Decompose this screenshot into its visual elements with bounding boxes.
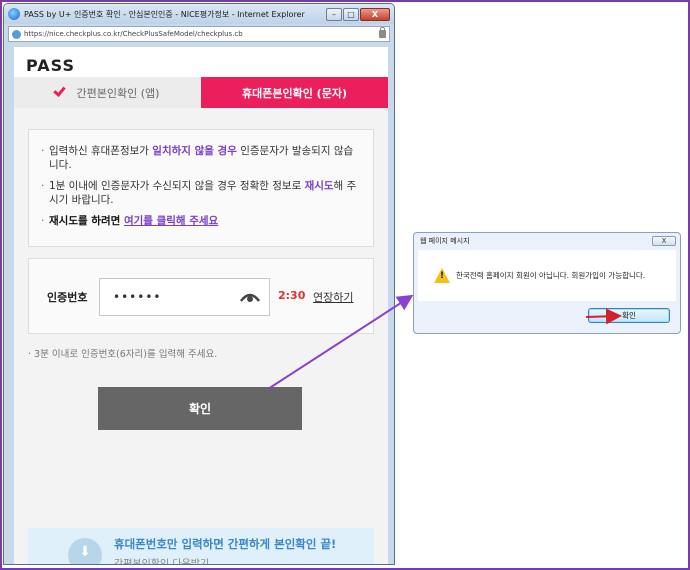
promo-banner[interactable]: 휴대폰번호만 입력하면 간편하게 본인확인 끝! 간편본인확인 다운받기 (28, 528, 374, 565)
pass-header: PASS (14, 47, 388, 77)
notice-highlight: 재시도 (304, 180, 334, 192)
countdown-timer: 2:30 (278, 289, 306, 302)
help-text: · 3분 이내로 인증번호(6자리)를 입력해 주세요. (28, 346, 217, 360)
eye-icon[interactable] (240, 291, 260, 303)
notice-text: 입력하신 휴대폰정보가 (49, 145, 153, 157)
notice-text: 재시도를 하려면 (49, 215, 124, 227)
tab-sms-label: 휴대폰본인확인 (문자) (242, 86, 347, 100)
notice-item: 1분 이내에 인증문자가 수신되지 않을 경우 정확한 정보로 재시도해 주시기… (41, 179, 361, 207)
tab-app-auth[interactable]: 간편본인확인 (앱) (14, 77, 201, 108)
dialog-ok-button[interactable]: 확인 (588, 308, 670, 323)
tab-sms-auth[interactable]: 휴대폰본인확인 (문자) (201, 77, 388, 108)
ie-logo-icon (8, 8, 20, 20)
notice-text: 1분 이내에 인증문자가 수신되지 않을 경우 정확한 정보로 (49, 180, 305, 192)
browser-window: PASS by U+ 인증번호 확인 - 안심본인인증 - NICE평가정보 -… (3, 3, 395, 565)
code-label: 인증번호 (47, 291, 88, 304)
confirm-button[interactable]: 확인 (98, 387, 302, 430)
close-button[interactable]: X (360, 7, 390, 21)
notice-item: 입력하신 휴대폰정보가 일치하지 않을 경우 인증문자가 발송되지 않습니다. (41, 144, 361, 172)
dialog-body: 한국전력 홈페이지 회원이 아닙니다. 회원가입이 가능합니다. (418, 250, 676, 301)
check-icon (52, 84, 66, 97)
tab-app-label: 간편본인확인 (앱) (76, 86, 160, 100)
maximize-button[interactable]: □ (343, 7, 359, 21)
help-text-label: 3분 이내로 인증번호(6자리)를 입력해 주세요. (34, 349, 218, 360)
page-content: PASS 간편본인확인 (앱) 휴대폰본인확인 (문자) 입력하신 휴대폰정보가… (14, 47, 388, 565)
pass-logo: PASS (26, 56, 75, 75)
notice-box: 입력하신 휴대폰정보가 일치하지 않을 경우 인증문자가 발송되지 않습니다. … (28, 129, 374, 247)
browser-title: PASS by U+ 인증번호 확인 - 안심본인인증 - NICE평가정보 -… (24, 9, 305, 19)
promo-main-text: 휴대폰번호만 입력하면 간편하게 본인확인 끝! (114, 537, 337, 551)
address-url[interactable]: https://nice.checkplus.co.kr/CheckPlusSa… (24, 30, 379, 38)
dialog-titlebar: 웹 페이지 메시지 X (414, 233, 680, 248)
extend-link[interactable]: 연장하기 (313, 289, 353, 305)
site-icon (12, 29, 21, 39)
retry-link[interactable]: 여기를 클릭해 주세요 (124, 215, 218, 227)
auth-tabs: 간편본인확인 (앱) 휴대폰본인확인 (문자) (14, 77, 388, 108)
dialog-title: 웹 페이지 메시지 (420, 236, 470, 245)
download-icon (68, 538, 102, 564)
dialog-close-button[interactable]: X (652, 235, 676, 246)
notice-highlight: 일치하지 않을 경우 (152, 145, 237, 157)
promo-sub-text: 간편본인확인 다운받기 (114, 559, 210, 565)
verification-code-box: 인증번호 •••••• 2:30 연장하기 (28, 258, 374, 334)
browser-titlebar: PASS by U+ 인증번호 확인 - 안심본인인증 - NICE평가정보 -… (4, 4, 394, 24)
dialog-footer: 확인 (414, 301, 680, 333)
alert-dialog: 웹 페이지 메시지 X 한국전력 홈페이지 회원이 아닙니다. 회원가입이 가능… (413, 232, 681, 334)
warning-icon (434, 268, 450, 283)
notice-item: 재시도를 하려면 여기를 클릭해 주세요 (41, 214, 361, 228)
lock-icon[interactable] (379, 27, 386, 38)
window-controls: – □ X (326, 7, 390, 21)
minimize-button[interactable]: – (326, 7, 342, 21)
address-bar[interactable]: https://nice.checkplus.co.kr/CheckPlusSa… (8, 26, 390, 42)
dialog-message: 한국전력 홈페이지 회원이 아닙니다. 회원가입이 가능합니다. (456, 271, 646, 280)
